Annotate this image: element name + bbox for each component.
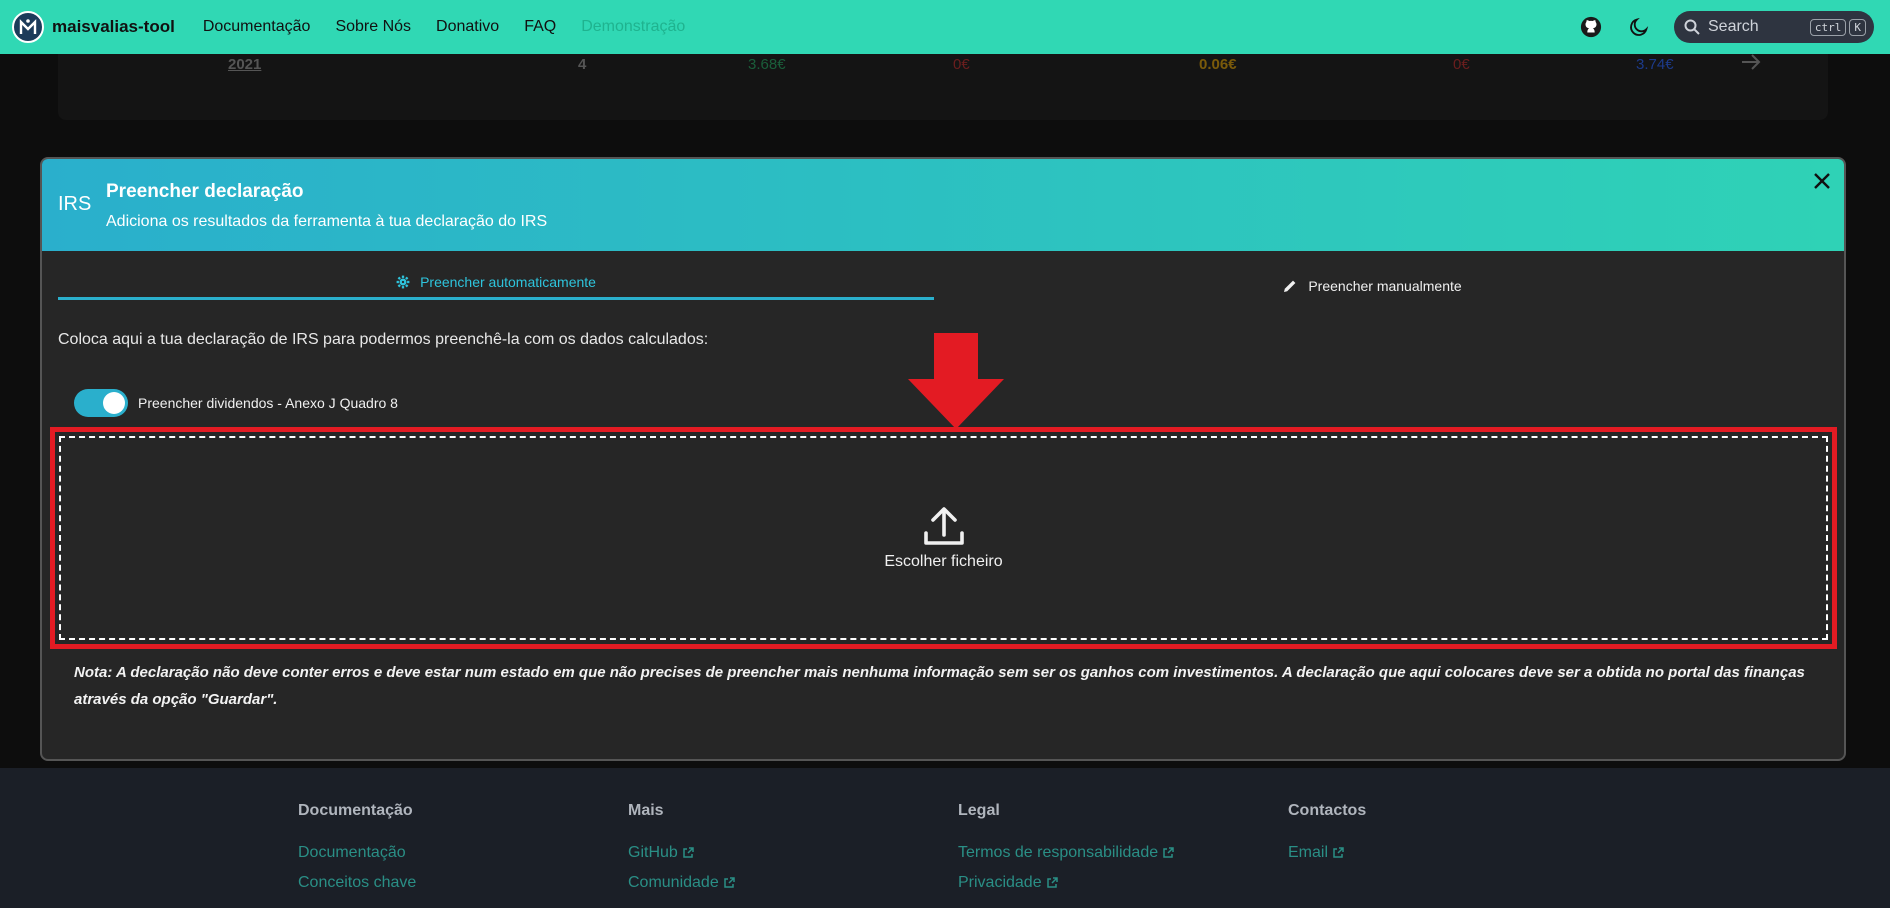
footer-link-label: GitHub xyxy=(628,844,678,861)
github-icon[interactable] xyxy=(1578,14,1604,40)
fill-mode-tabs: Preencher automaticamente Preencher manu… xyxy=(42,251,1844,311)
table-row-value-1: 3.68€ xyxy=(748,56,786,73)
nav-link-demonstracao[interactable]: Demonstração xyxy=(581,18,685,36)
file-dropzone[interactable]: Escolher ficheiro xyxy=(59,436,1828,640)
navbar-right: Search ctrl K xyxy=(1578,11,1878,43)
footer-link-comunidade[interactable]: Comunidade xyxy=(628,874,735,892)
footer-link-privacidade[interactable]: Privacidade xyxy=(958,874,1174,892)
close-button[interactable] xyxy=(1810,169,1834,193)
table-row-value-5: 3.74€ xyxy=(1636,56,1674,73)
pencil-icon xyxy=(1284,280,1296,292)
kbd-ctrl: ctrl xyxy=(1809,18,1847,36)
logo-icon[interactable] xyxy=(12,11,44,43)
footer-col-legal: Legal Termos de responsabilidade Privaci… xyxy=(958,802,1174,904)
modal-header: IRS Preencher declaração Adiciona os res… xyxy=(42,159,1844,251)
footer-link-github[interactable]: GitHub xyxy=(628,844,735,862)
footer-link-label: Privacidade xyxy=(958,874,1042,891)
external-link-icon xyxy=(723,877,735,888)
table-row-year[interactable]: 2021 xyxy=(228,56,261,73)
navbar: maisvalias-tool Documentação Sobre Nós D… xyxy=(0,0,1890,54)
toggle-knob xyxy=(103,392,125,414)
irs-label: IRS xyxy=(58,193,92,215)
search-box[interactable]: Search ctrl K xyxy=(1674,11,1874,43)
modal-title: Preencher declaração xyxy=(106,181,304,202)
upload-label: Escolher ficheiro xyxy=(884,553,1003,570)
dividends-toggle[interactable] xyxy=(74,389,128,417)
footer: Documentação Documentação Conceitos chav… xyxy=(0,768,1890,908)
nav-link-donativo[interactable]: Donativo xyxy=(436,18,499,36)
footer-link-email[interactable]: Email xyxy=(1288,844,1366,862)
footer-heading: Mais xyxy=(628,802,664,819)
search-icon xyxy=(1684,19,1700,35)
brand-name[interactable]: maisvalias-tool xyxy=(52,17,175,37)
footer-link-termos[interactable]: Termos de responsabilidade xyxy=(958,844,1174,862)
tab-auto-label: Preencher automaticamente xyxy=(420,274,596,290)
arrow-right-icon[interactable] xyxy=(1740,52,1762,76)
instruction-text: Coloca aqui a tua declaração de IRS para… xyxy=(58,331,709,348)
nav-link-sobre-nos[interactable]: Sobre Nós xyxy=(335,18,411,36)
modal-subtitle: Adiciona os resultados da ferramenta à t… xyxy=(106,213,548,230)
external-link-icon xyxy=(1046,877,1058,888)
footer-link-label: Documentação xyxy=(298,844,406,861)
irs-modal: IRS Preencher declaração Adiciona os res… xyxy=(40,157,1846,761)
gear-icon xyxy=(396,275,410,289)
tab-preencher-manualmente[interactable]: Preencher manualmente xyxy=(934,271,1810,301)
red-arrow-indicator xyxy=(908,333,1004,434)
search-shortcut: ctrl K xyxy=(1809,18,1866,36)
dividends-toggle-label: Preencher dividendos - Anexo J Quadro 8 xyxy=(138,395,398,411)
footer-heading: Contactos xyxy=(1288,802,1367,819)
theme-toggle-moon-icon[interactable] xyxy=(1626,14,1652,40)
nav-link-faq[interactable]: FAQ xyxy=(524,18,556,36)
external-link-icon xyxy=(1163,847,1174,858)
footer-link-label: Termos de responsabilidade xyxy=(958,844,1159,861)
footer-link-conceitos-chave[interactable]: Conceitos chave xyxy=(298,874,416,892)
footer-link-label: Email xyxy=(1288,844,1329,861)
search-placeholder: Search xyxy=(1708,18,1759,35)
footer-link-label: Conceitos chave xyxy=(298,874,417,891)
external-link-icon xyxy=(683,847,694,858)
footer-col-contactos: Contactos Email xyxy=(1288,802,1366,874)
footer-col-documentacao: Documentação Documentação Conceitos chav… xyxy=(298,802,416,904)
footer-heading: Legal xyxy=(958,802,1000,819)
table-row-value-2: 0€ xyxy=(953,56,970,73)
footer-heading: Documentação xyxy=(298,802,413,819)
tab-preencher-automaticamente[interactable]: Preencher automaticamente xyxy=(58,267,934,300)
upload-highlight-box: Escolher ficheiro xyxy=(50,427,1837,649)
footer-col-mais: Mais GitHub Comunidade xyxy=(628,802,735,904)
table-row-value-3: 0.06€ xyxy=(1199,56,1237,73)
note-text: Nota: A declaração não deve conter erros… xyxy=(74,664,1805,708)
nav-link-documentacao[interactable]: Documentação xyxy=(203,18,311,36)
table-row-value-4: 0€ xyxy=(1453,56,1470,73)
footer-link-label: Comunidade xyxy=(628,874,719,891)
dividends-toggle-row: Preencher dividendos - Anexo J Quadro 8 xyxy=(74,389,398,417)
table-row-count: 4 xyxy=(578,56,587,73)
close-icon xyxy=(1814,173,1830,189)
external-link-icon xyxy=(1333,847,1344,858)
kbd-k: K xyxy=(1849,18,1866,36)
upload-icon xyxy=(923,507,964,545)
tab-manual-label: Preencher manualmente xyxy=(1308,278,1462,294)
footer-link-documentacao[interactable]: Documentação xyxy=(298,844,416,862)
